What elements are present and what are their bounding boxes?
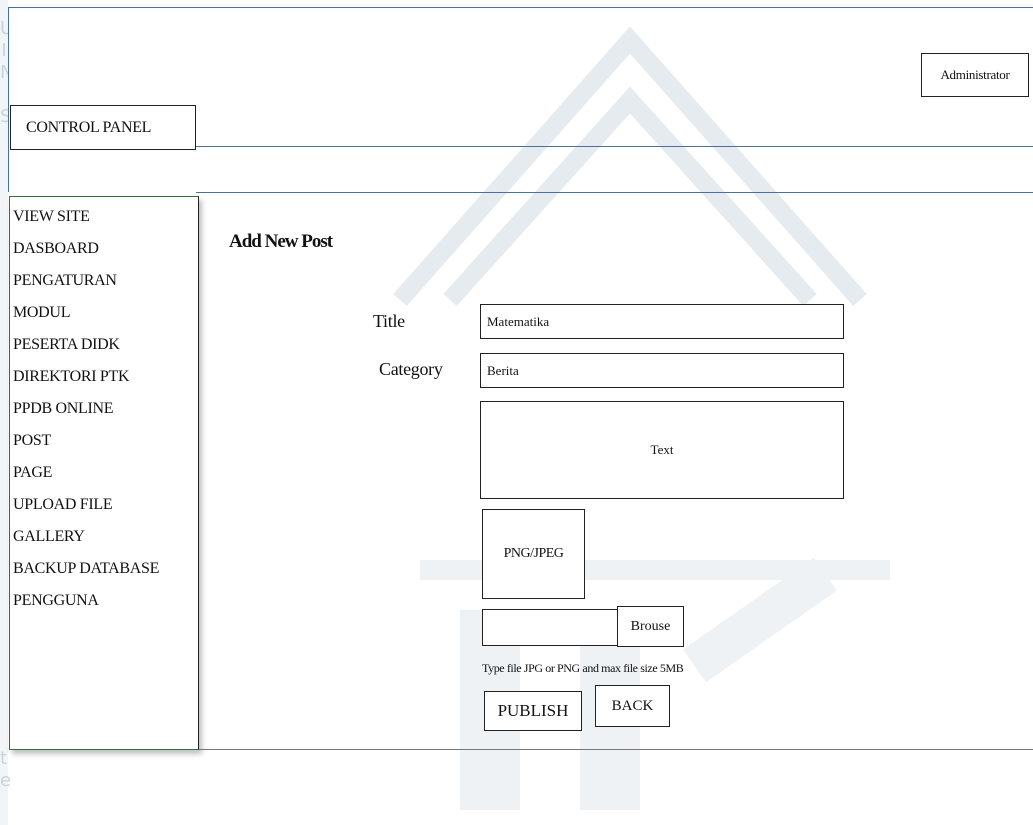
publish-button-label: PUBLISH (497, 701, 569, 720)
left-edge-watermark-bottom: te (0, 748, 10, 791)
admin-user-label: Administrator (940, 67, 1010, 82)
image-preview-label: PNG/JPEG (503, 546, 564, 561)
sidebar: VIEW SITE DASBOARD PENGATURAN MODUL PESE… (9, 196, 199, 750)
publish-button[interactable]: PUBLISH (484, 691, 582, 731)
sidebar-item-dasboard[interactable]: DASBOARD (10, 233, 198, 265)
header-top-border (8, 7, 1033, 8)
page-title: Add New Post (229, 231, 333, 252)
title-input[interactable] (480, 304, 844, 339)
sidebar-item-view-site[interactable]: VIEW SITE (10, 201, 198, 233)
browse-button-label: Brouse (630, 618, 671, 634)
sidebar-item-post[interactable]: POST (10, 425, 198, 457)
sidebar-item-pengaturan[interactable]: PENGATURAN (10, 265, 198, 297)
category-label: Category (379, 359, 443, 379)
admin-user-button[interactable]: Administrator (921, 53, 1029, 97)
sidebar-item-modul[interactable]: MODUL (10, 297, 198, 329)
sidebar-item-pengguna[interactable]: PENGGUNA (10, 585, 198, 617)
back-button-label: BACK (611, 697, 654, 714)
browse-button[interactable]: Brouse (617, 606, 684, 647)
sidebar-item-ppdb-online[interactable]: PPDB ONLINE (10, 393, 198, 425)
main-bottom-border (199, 749, 1033, 750)
sidebar-item-peserta-didk[interactable]: PESERTA DIDK (10, 329, 198, 361)
file-hint-text: Type file JPG or PNG and max file size 5… (482, 661, 684, 675)
sidebar-item-direktori-ptk[interactable]: DIREKTORI PTK (10, 361, 198, 393)
header-left-border (8, 7, 9, 192)
sidebar-item-page[interactable]: PAGE (10, 457, 198, 489)
image-preview: PNG/JPEG (482, 509, 585, 599)
file-path-input[interactable] (482, 609, 618, 646)
text-area[interactable]: Text (480, 401, 844, 499)
control-panel-title: CONTROL PANEL (10, 105, 196, 150)
sidebar-menu: VIEW SITE DASBOARD PENGATURAN MODUL PESE… (10, 197, 198, 617)
back-button[interactable]: BACK (595, 685, 670, 727)
left-edge-watermark: UINS (0, 18, 8, 127)
sidebar-item-upload-file[interactable]: UPLOAD FILE (10, 489, 198, 521)
sidebar-item-backup-database[interactable]: BACKUP DATABASE (10, 553, 198, 585)
page: UINS te Administrator CONTROL PANEL VIEW… (0, 0, 1033, 825)
sidebar-item-gallery[interactable]: GALLERY (10, 521, 198, 553)
header-divider (196, 146, 1033, 147)
category-input[interactable] (480, 353, 844, 388)
main-top-border (196, 192, 1033, 193)
control-panel-label: CONTROL PANEL (26, 118, 152, 136)
text-area-placeholder: Text (650, 442, 674, 457)
title-label: Title (373, 311, 405, 331)
